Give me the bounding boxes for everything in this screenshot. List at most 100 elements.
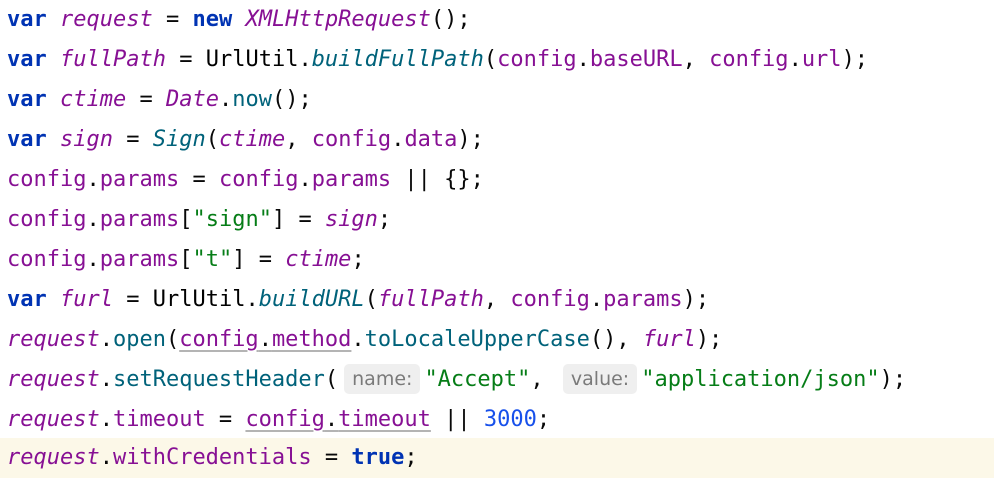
code-token: = — [112, 127, 153, 152]
code-line[interactable]: request.setRequestHeader(name: "Accept", … — [0, 360, 994, 400]
code-token: 3000 — [483, 407, 537, 432]
code-token: method — [271, 327, 352, 352]
code-token: ); — [695, 327, 723, 352]
code-token: = — [205, 407, 246, 432]
code-token: buildFullPath — [311, 47, 484, 72]
code-token: config — [7, 247, 87, 272]
code-token: . — [589, 287, 604, 312]
code-token: . — [99, 407, 113, 432]
code-token: "t" — [192, 247, 233, 272]
code-line[interactable]: request.open(config.method.toLocaleUpper… — [0, 320, 994, 360]
code-token: . — [86, 207, 100, 232]
code-token: furl — [60, 287, 113, 312]
code-line[interactable]: request.timeout = config.timeout || 3000… — [0, 400, 994, 440]
code-token: , — [483, 287, 511, 312]
code-token: params — [311, 167, 392, 192]
code-token: "sign" — [192, 207, 272, 232]
code-token: fullPath — [60, 47, 166, 72]
code-token: , — [530, 367, 557, 392]
code-token: . — [298, 47, 312, 72]
code-line[interactable]: var furl = UrlUtil. buildURL(fullPath, co… — [0, 280, 994, 320]
code-line[interactable]: var fullPath = UrlUtil.buildFullPath(con… — [0, 40, 994, 80]
code-token: "application/json" — [641, 367, 880, 392]
code-token: var — [7, 287, 47, 312]
code-token: ( — [165, 327, 180, 352]
code-token: [ — [179, 247, 193, 272]
code-token: Sign — [152, 127, 206, 152]
code-token: config — [245, 407, 325, 432]
code-token: = — [112, 287, 153, 312]
code-token: params — [99, 247, 180, 272]
code-token: ctime — [218, 127, 286, 152]
code-line[interactable]: config.params = config.params || {}; — [0, 160, 994, 200]
code-token: request — [7, 327, 100, 352]
code-token: baseURL — [589, 47, 683, 72]
code-token: . — [391, 127, 405, 152]
code-token: ); — [879, 367, 907, 392]
code-token: . — [788, 47, 802, 72]
code-token: open — [112, 327, 166, 352]
code-token: . — [99, 327, 113, 352]
code-line[interactable]: config.params["sign"] = sign; — [0, 200, 994, 240]
code-line[interactable]: var request = new XMLHttpRequest(); — [0, 0, 994, 40]
code-token: = — [311, 445, 352, 470]
code-token: (); — [271, 87, 312, 112]
code-token: config — [311, 127, 392, 152]
code-token: params — [603, 287, 683, 312]
code-line[interactable]: var sign = Sign(ctime, config.data); — [0, 120, 994, 160]
code-token: = — [165, 47, 206, 72]
code-token: ( — [483, 47, 498, 72]
code-token: var — [7, 7, 47, 32]
code-token: config — [218, 167, 299, 192]
parameter-hint: name: — [344, 364, 421, 394]
code-token: , — [285, 127, 312, 152]
code-line-current[interactable]: request.withCredentials = true; — [0, 438, 994, 478]
code-token: sign — [324, 207, 378, 232]
code-token: request — [7, 367, 100, 392]
code-token: toLocaleUpperCase — [364, 327, 590, 352]
code-token: config — [179, 327, 259, 352]
code-token: request — [7, 445, 100, 470]
code-editor[interactable]: var request = new XMLHttpRequest(); var … — [0, 0, 994, 484]
code-token: . — [99, 445, 113, 470]
code-token: timeout — [338, 407, 431, 432]
code-token: || {}; — [391, 167, 484, 192]
code-token: buildURL — [258, 287, 365, 312]
code-token: UrlUtil — [205, 47, 299, 72]
code-token: Date — [165, 87, 219, 112]
code-token: config — [510, 287, 590, 312]
code-token: (), — [589, 327, 643, 352]
code-token: request — [7, 407, 100, 432]
code-token: sign — [60, 127, 113, 152]
code-token: url — [801, 47, 842, 72]
code-token: XMLHttpRequest — [245, 7, 431, 32]
code-token: params — [99, 167, 180, 192]
code-token: ( — [324, 367, 339, 392]
code-token: . — [298, 167, 312, 192]
code-token: config — [7, 207, 87, 232]
code-token: config — [497, 47, 577, 72]
code-line[interactable]: var ctime = Date.now(); — [0, 80, 994, 120]
code-token: . — [258, 327, 272, 352]
code-token: ; — [377, 207, 392, 232]
code-token: "Accept" — [424, 367, 531, 392]
code-token: , — [682, 47, 710, 72]
code-token: params — [99, 207, 180, 232]
code-token: ( — [364, 287, 378, 312]
code-token: furl — [642, 327, 696, 352]
code-token: ctime — [60, 87, 127, 112]
code-line[interactable]: config.params["t"] = ctime; — [0, 240, 994, 280]
code-token: UrlUtil — [152, 287, 246, 312]
code-token: data — [404, 127, 458, 152]
parameter-hint: value: — [562, 364, 638, 394]
code-token: = — [126, 87, 166, 112]
code-token: config — [7, 167, 87, 192]
code-token: new — [192, 7, 233, 32]
code-token: var — [7, 87, 47, 112]
code-token: fullPath — [377, 287, 484, 312]
